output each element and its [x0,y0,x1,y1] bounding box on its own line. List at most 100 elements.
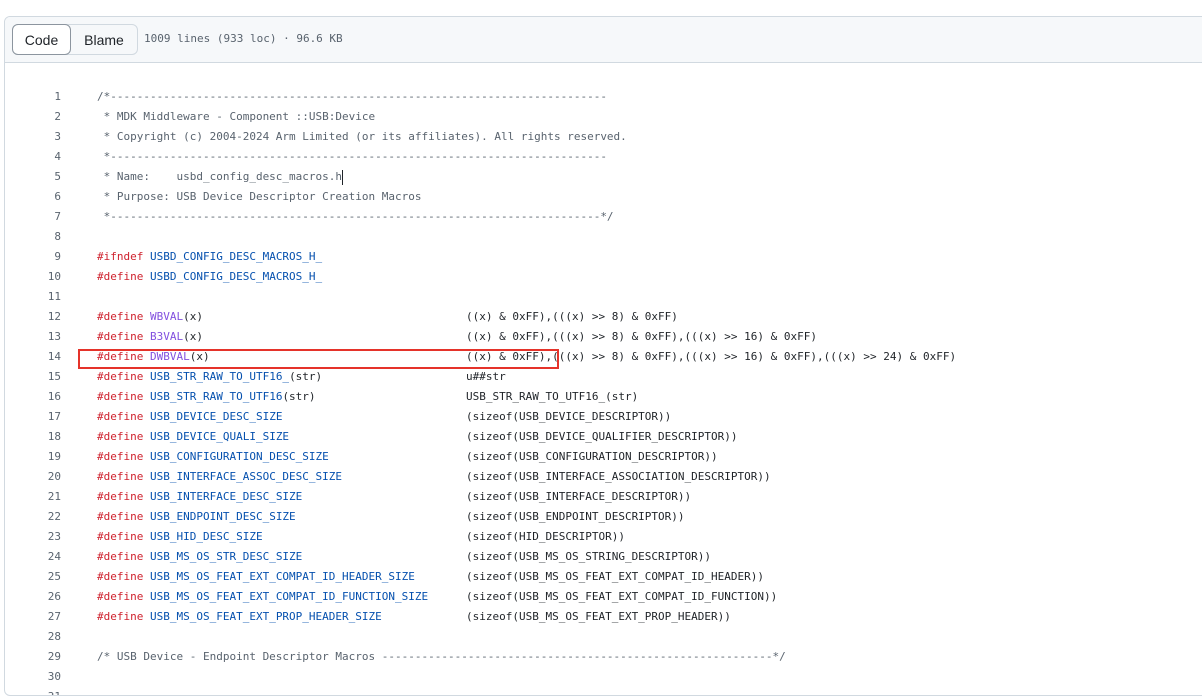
preprocessor-keyword: #define [97,590,144,603]
comment-text: *---------------------------------------… [97,150,607,163]
line-number[interactable]: 14 [5,347,61,367]
code-area[interactable]: 1 /*-------------------------------------… [5,64,1202,695]
line-code: /* USB Device - Endpoint Descriptor Macr… [97,647,786,667]
code-line: 23 (sizeof(HID_DESCRIPTOR)) #define USB_HI… [5,527,1202,547]
macro-value: (sizeof(HID_DESCRIPTOR)) [466,530,625,543]
macro-name: USB_STR_RAW_TO_UTF16 [149,390,283,403]
macro-value: (sizeof(USB_CONFIGURATION_DESCRIPTOR)) [466,450,718,463]
line-number[interactable]: 5 [5,167,61,187]
preprocessor-keyword: #define [97,270,144,283]
code-line: 24 (sizeof(USB_MS_OS_STRING_DESCRIPTOR)) #… [5,547,1202,567]
line-number[interactable]: 15 [5,367,61,387]
line-number[interactable]: 25 [5,567,61,587]
preprocessor-keyword: #define [97,350,144,363]
line-number[interactable]: 11 [5,287,61,307]
line-number[interactable]: 3 [5,127,61,147]
code-line: 28 [5,627,1202,647]
blame-tab[interactable]: Blame [71,25,137,54]
line-number[interactable]: 12 [5,307,61,327]
code-line: 4 *-------------------------------------… [5,147,1202,167]
line-number[interactable]: 27 [5,607,61,627]
macro-value: (sizeof(USB_ENDPOINT_DESCRIPTOR)) [466,510,685,523]
line-number[interactable]: 28 [5,627,61,647]
code-line: 9 #ifndef USBD_CONFIG_DESC_MACROS_H_ [5,247,1202,267]
macro-name: USB_MS_OS_FEAT_EXT_COMPAT_ID_FUNCTION_SI… [149,590,429,603]
line-code: *---------------------------------------… [97,147,607,167]
line-number[interactable]: 10 [5,267,61,287]
code-line: 6 * Purpose: USB Device Descriptor Creat… [5,187,1202,207]
code-line: 13 ((x) & 0xFF),(((x) >> 8) & 0xFF),(((x)… [5,327,1202,347]
line-number[interactable]: 8 [5,227,61,247]
macro-value: ((x) & 0xFF),(((x) >> 8) & 0xFF) [466,310,678,323]
line-code: #define USB_MS_OS_STR_DESC_SIZE [97,547,302,567]
code-line: 5 * Name: usbd_config_desc_macros.h [5,167,1202,187]
macro-name: WBVAL [149,310,184,323]
preprocessor-keyword: #define [97,310,144,323]
line-code: #define WBVAL(x) [97,307,203,327]
line-number[interactable]: 2 [5,107,61,127]
line-number[interactable]: 13 [5,327,61,347]
line-code: #define USB_DEVICE_QUALI_SIZE [97,427,289,447]
code-line: 21 (sizeof(USB_INTERFACE_DESCRIPTOR)) #def… [5,487,1202,507]
code-line: 14 ((x) & 0xFF),(((x) >> 8) & 0xFF),(((x)… [5,347,1202,367]
preprocessor-keyword: #define [97,610,144,623]
comment-text: /* USB Device - Endpoint Descriptor Macr… [97,650,786,663]
line-number[interactable]: 1 [5,87,61,107]
preprocessor-keyword: #define [97,510,144,523]
line-number[interactable]: 9 [5,247,61,267]
line-code: /*--------------------------------------… [97,87,607,107]
macro-value: (sizeof(USB_INTERFACE_DESCRIPTOR)) [466,490,692,503]
line-code: #define USB_MS_OS_FEAT_EXT_COMPAT_ID_HEA… [97,567,415,587]
code-line: 1 /*-------------------------------------… [5,87,1202,107]
macro-value: u##str [466,370,506,383]
line-number[interactable]: 6 [5,187,61,207]
line-code: #define USB_MS_OS_FEAT_EXT_PROP_HEADER_S… [97,607,382,627]
macro-value: (sizeof(USB_DEVICE_DESCRIPTOR)) [466,410,672,423]
line-number[interactable]: 22 [5,507,61,527]
line-number[interactable]: 19 [5,447,61,467]
code-line: 27 (sizeof(USB_MS_OS_FEAT_EXT_PROP_HEADER… [5,607,1202,627]
macro-value: (sizeof(USB_MS_OS_STRING_DESCRIPTOR)) [466,550,712,563]
line-number[interactable]: 16 [5,387,61,407]
line-number[interactable]: 20 [5,467,61,487]
code-line: 3 * Copyright (c) 2004-2024 Arm Limited … [5,127,1202,147]
line-code: #define USBD_CONFIG_DESC_MACROS_H_ [97,267,322,287]
code-line: 16 USB_STR_RAW_TO_UTF16_(str) #define USB_… [5,387,1202,407]
comment-text: * Purpose: USB Device Descriptor Creatio… [97,190,422,203]
code-line: 31 [5,687,1202,695]
line-number[interactable]: 24 [5,547,61,567]
macro-value: (sizeof(USB_INTERFACE_ASSOCIATION_DESCRI… [466,470,771,483]
code-line: 26 (sizeof(USB_MS_OS_FEAT_EXT_COMPAT_ID_F… [5,587,1202,607]
line-number[interactable]: 30 [5,667,61,687]
file-viewer: Code Blame 1009 lines (933 loc) · 96.6 K… [4,16,1202,696]
line-code: * Name: usbd_config_desc_macros.h [97,167,342,187]
code-line: 10 #define USBD_CONFIG_DESC_MACROS_H_ [5,267,1202,287]
line-number[interactable]: 31 [5,687,61,695]
macro-name: USB_INTERFACE_DESC_SIZE [149,490,303,503]
line-number[interactable]: 26 [5,587,61,607]
line-code: * Purpose: USB Device Descriptor Creatio… [97,187,422,207]
line-number[interactable]: 7 [5,207,61,227]
line-number[interactable]: 29 [5,647,61,667]
code-line: 17 (sizeof(USB_DEVICE_DESCRIPTOR)) #define… [5,407,1202,427]
code-line: 22 (sizeof(USB_ENDPOINT_DESCRIPTOR)) #defi… [5,507,1202,527]
comment-text: * Name: usbd_config_desc_macros.h [97,170,343,183]
code-tab[interactable]: Code [12,24,71,55]
macro-name: USB_DEVICE_DESC_SIZE [149,410,283,423]
macro-name: USB_DEVICE_QUALI_SIZE [149,430,290,443]
line-number[interactable]: 17 [5,407,61,427]
macro-value: (sizeof(USB_MS_OS_FEAT_EXT_PROP_HEADER)) [466,610,731,623]
macro-name: DWBVAL [149,350,190,363]
code-line: 19 (sizeof(USB_CONFIGURATION_DESCRIPTOR))… [5,447,1202,467]
code-line: 7 *-------------------------------------… [5,207,1202,227]
line-code: #define DWBVAL(x) [97,347,210,367]
line-number[interactable]: 4 [5,147,61,167]
line-number[interactable]: 23 [5,527,61,547]
preprocessor-keyword: #define [97,570,144,583]
line-code: #define USB_MS_OS_FEAT_EXT_COMPAT_ID_FUN… [97,587,428,607]
comment-text: *---------------------------------------… [97,210,614,223]
preprocessor-keyword: #define [97,450,144,463]
line-number[interactable]: 18 [5,427,61,447]
macro-name: USB_ENDPOINT_DESC_SIZE [149,510,296,523]
line-number[interactable]: 21 [5,487,61,507]
